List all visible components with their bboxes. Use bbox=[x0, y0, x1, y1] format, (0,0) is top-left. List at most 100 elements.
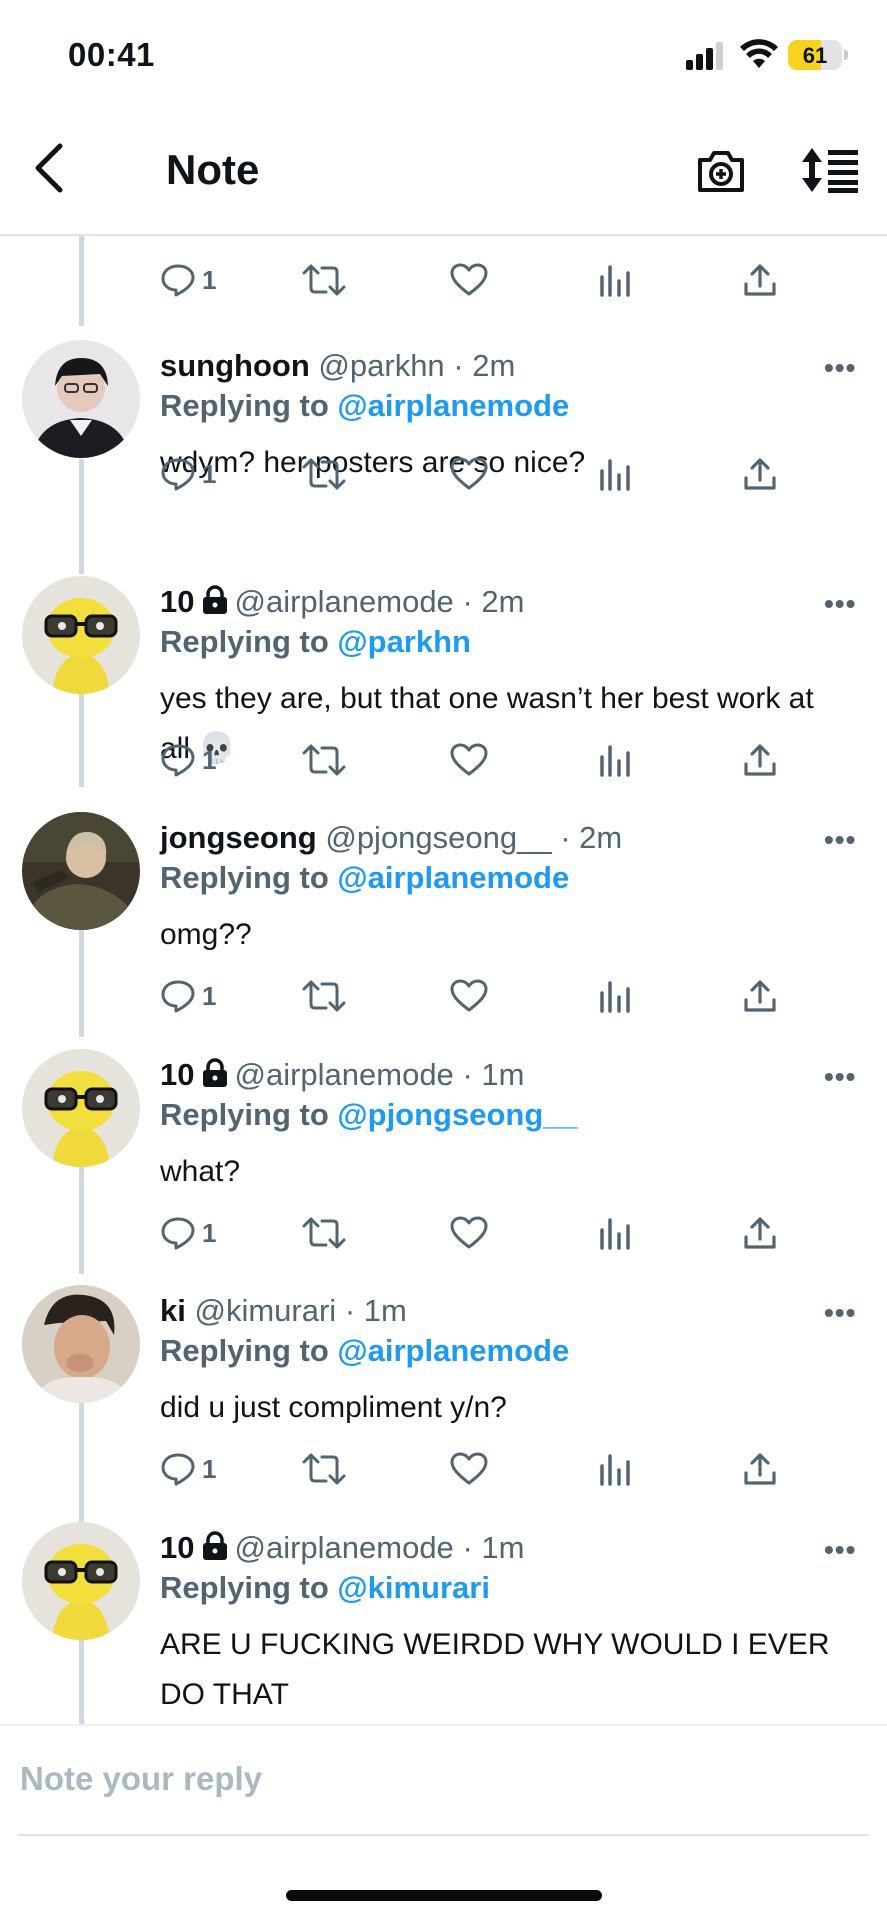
views-button[interactable] bbox=[598, 250, 632, 310]
retweet-button[interactable] bbox=[302, 1439, 346, 1499]
avatar[interactable] bbox=[22, 1285, 140, 1403]
retweet-button[interactable] bbox=[302, 1203, 346, 1263]
views-button[interactable] bbox=[598, 966, 632, 1026]
tweet-actions: 1 bbox=[0, 444, 887, 504]
views-icon bbox=[600, 981, 630, 1013]
more-options-icon[interactable]: ••• bbox=[824, 824, 856, 856]
like-button[interactable] bbox=[450, 444, 488, 504]
reply-input[interactable] bbox=[18, 1750, 862, 1808]
retweet-button[interactable] bbox=[302, 966, 346, 1026]
camera-add-icon[interactable] bbox=[696, 146, 746, 194]
heart-icon bbox=[450, 743, 488, 776]
more-options-icon[interactable]: ••• bbox=[824, 1061, 856, 1093]
person-avatar-dark bbox=[22, 340, 140, 458]
reply-button[interactable]: 1 bbox=[160, 730, 216, 790]
retweet-button[interactable] bbox=[302, 730, 346, 790]
user-handle[interactable]: @airplanemode bbox=[234, 1530, 453, 1565]
heart-icon bbox=[450, 263, 488, 296]
share-icon bbox=[744, 264, 776, 296]
user-handle[interactable]: @airplanemode bbox=[234, 584, 453, 619]
display-name[interactable]: sunghoon bbox=[160, 348, 310, 383]
battery-percent: 61 bbox=[802, 43, 828, 68]
share-icon bbox=[744, 458, 776, 490]
retweet-button[interactable] bbox=[302, 250, 346, 310]
views-button[interactable] bbox=[598, 1203, 632, 1263]
navigation-bar: Note bbox=[0, 110, 887, 236]
sort-icon[interactable] bbox=[800, 146, 860, 194]
more-options-icon[interactable]: ••• bbox=[824, 1297, 856, 1329]
avatar[interactable] bbox=[22, 340, 140, 458]
reply-button[interactable]: 1 bbox=[160, 1203, 216, 1263]
more-options-icon[interactable]: ••• bbox=[824, 352, 856, 384]
reply-button[interactable]: 1 bbox=[160, 1439, 216, 1499]
back-chevron-icon[interactable] bbox=[28, 142, 72, 194]
like-button[interactable] bbox=[450, 1439, 488, 1499]
avatar[interactable] bbox=[22, 1522, 140, 1640]
display-name[interactable]: 10 bbox=[160, 584, 194, 619]
avatar[interactable] bbox=[22, 1049, 140, 1167]
home-indicator[interactable] bbox=[286, 1890, 602, 1901]
display-name[interactable]: jongseong bbox=[160, 820, 317, 855]
mention-link[interactable]: @parkhn bbox=[337, 624, 471, 659]
reply-button[interactable]: 1 bbox=[160, 250, 216, 310]
share-icon bbox=[744, 1217, 776, 1249]
display-name[interactable]: 10 bbox=[160, 1057, 194, 1092]
reply-icon bbox=[161, 264, 195, 297]
tweet-actions: 1 bbox=[0, 250, 887, 310]
user-handle[interactable]: @airplanemode bbox=[234, 1057, 453, 1092]
cellular-signal-icon bbox=[686, 42, 723, 70]
page-title: Note bbox=[166, 146, 260, 193]
avatar[interactable] bbox=[22, 576, 140, 694]
like-button[interactable] bbox=[450, 1203, 488, 1263]
composer-divider bbox=[18, 1834, 869, 1836]
views-button[interactable] bbox=[598, 730, 632, 790]
retweet-button[interactable] bbox=[302, 444, 346, 504]
like-button[interactable] bbox=[450, 966, 488, 1026]
retweet-icon bbox=[302, 458, 346, 490]
tweet-text: did u just compliment y/n? bbox=[160, 1391, 507, 1424]
reply-count: 1 bbox=[202, 1217, 217, 1248]
like-button[interactable] bbox=[450, 730, 488, 790]
yellow-figure-avatar bbox=[22, 1049, 140, 1167]
display-name[interactable]: 10 bbox=[160, 1530, 194, 1565]
reply-icon bbox=[161, 1217, 195, 1250]
avatar[interactable] bbox=[22, 812, 140, 930]
views-button[interactable] bbox=[598, 444, 632, 504]
user-handle[interactable]: @parkhn bbox=[318, 348, 444, 383]
mention-link[interactable]: @kimurari bbox=[337, 1570, 490, 1605]
share-button[interactable] bbox=[742, 444, 778, 504]
mention-link[interactable]: @airplanemode bbox=[337, 388, 569, 423]
mention-link[interactable]: @airplanemode bbox=[337, 1333, 569, 1368]
share-button[interactable] bbox=[742, 730, 778, 790]
user-handle[interactable]: @pjongseong__ bbox=[325, 820, 551, 855]
like-button[interactable] bbox=[450, 250, 488, 310]
share-button[interactable] bbox=[742, 1439, 778, 1499]
more-options-icon[interactable]: ••• bbox=[824, 1534, 856, 1566]
display-name[interactable]: ki bbox=[160, 1293, 186, 1328]
reply-count: 1 bbox=[202, 980, 217, 1011]
share-button[interactable] bbox=[742, 1203, 778, 1263]
share-button[interactable] bbox=[742, 250, 778, 310]
reply-button[interactable]: 1 bbox=[160, 444, 216, 504]
user-handle[interactable]: @kimurari bbox=[194, 1293, 336, 1328]
tweet-time: · 1m bbox=[462, 1530, 525, 1565]
views-button[interactable] bbox=[598, 1439, 632, 1499]
replying-to: Replying to @airplanemode bbox=[160, 860, 569, 896]
reply-thread[interactable]: 1 sunghoon @parkhn · 2m ••• Replying to … bbox=[0, 236, 887, 1724]
replying-to: Replying to @pjongseong__ bbox=[160, 1097, 578, 1133]
share-button[interactable] bbox=[742, 966, 778, 1026]
more-options-icon[interactable]: ••• bbox=[824, 588, 856, 620]
lock-icon bbox=[203, 585, 228, 614]
tweet-time: · 1m bbox=[462, 1057, 525, 1092]
reply-button[interactable]: 1 bbox=[160, 966, 216, 1026]
retweet-icon bbox=[302, 744, 346, 776]
replying-to: Replying to @airplanemode bbox=[160, 388, 569, 424]
wifi-icon bbox=[740, 39, 778, 68]
mention-link[interactable]: @airplanemode bbox=[337, 860, 569, 895]
reply-count: 1 bbox=[202, 1453, 217, 1484]
status-time: 00:41 bbox=[68, 36, 155, 73]
mention-link[interactable]: @pjongseong__ bbox=[337, 1097, 577, 1132]
share-icon bbox=[744, 980, 776, 1012]
views-icon bbox=[600, 459, 630, 491]
views-icon bbox=[600, 745, 630, 777]
